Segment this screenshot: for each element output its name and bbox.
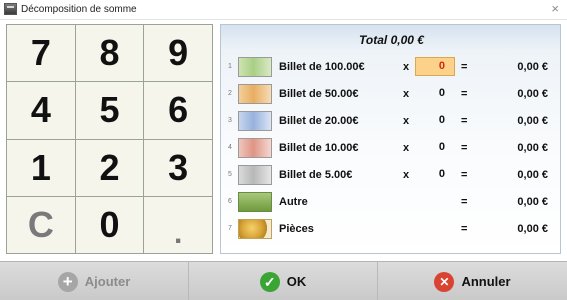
other-label: Autre	[279, 196, 308, 208]
banknote-20-icon	[238, 111, 272, 131]
row-index: 2	[228, 90, 232, 97]
equals-sign: =	[461, 169, 468, 181]
quantity-field[interactable]: 0	[415, 165, 455, 184]
breakdown-panel: Total 0,00 € 1 Billet de 100.00€ x 0 = 0…	[220, 24, 561, 254]
denomination-row: 3 Billet de 20.00€ x 0 = 0,00 €	[221, 110, 562, 132]
denomination-row: 2 Billet de 50.00€ x 0 = 0,00 €	[221, 83, 562, 105]
plus-icon: +	[57, 271, 78, 292]
row-amount: 0,00 €	[517, 61, 548, 73]
banknote-50-icon	[238, 84, 272, 104]
multiply-sign: x	[403, 115, 410, 127]
row-amount: 0,00 €	[517, 142, 548, 154]
row-amount: 0,00 €	[517, 115, 548, 127]
coins-label: Pièces	[279, 223, 314, 235]
cancel-button-label: Annuler	[461, 274, 511, 289]
money-stack-icon	[238, 192, 272, 212]
equals-sign: =	[461, 223, 468, 235]
quantity-field[interactable]: 0	[415, 57, 455, 76]
title-bar: Décomposition de somme ×	[0, 0, 567, 20]
row-amount: 0,00 €	[517, 223, 548, 235]
row-index: 3	[228, 117, 232, 124]
ok-button[interactable]: ✓ OK	[189, 262, 378, 300]
key-0[interactable]: 0	[75, 196, 144, 253]
denomination-row: 1 Billet de 100.00€ x 0 = 0,00 €	[221, 56, 562, 78]
quantity-field[interactable]: 0	[415, 84, 455, 103]
equals-sign: =	[461, 88, 468, 100]
cancel-button[interactable]: ✕ Annuler	[378, 262, 567, 300]
add-button-label: Ajouter	[84, 274, 131, 289]
multiply-sign: x	[403, 61, 410, 73]
close-icon: ✕	[434, 271, 455, 292]
coins-row[interactable]: 7 Pièces = 0,00 €	[221, 218, 562, 240]
key-1[interactable]: 1	[7, 139, 75, 196]
denomination-label: Billet de 5.00€	[279, 169, 353, 181]
row-index: 6	[228, 198, 232, 205]
equals-sign: =	[461, 196, 468, 208]
banknote-5-icon	[238, 165, 272, 185]
key-7[interactable]: 7	[7, 25, 75, 82]
key-4[interactable]: 4	[7, 82, 75, 139]
key-6[interactable]: 6	[144, 82, 212, 139]
window-title: Décomposition de somme	[21, 4, 137, 15]
multiply-sign: x	[403, 142, 410, 154]
sum-breakdown-dialog: Décomposition de somme × 7 8 9 4 5 6 1 2…	[0, 0, 567, 300]
quantity-field[interactable]: 0	[415, 138, 455, 157]
row-index: 4	[228, 144, 232, 151]
key-8[interactable]: 8	[75, 25, 144, 82]
row-amount: 0,00 €	[517, 169, 548, 181]
multiply-sign: x	[403, 88, 410, 100]
quantity-field[interactable]: 0	[415, 111, 455, 130]
banknote-100-icon	[238, 57, 272, 77]
total-label: Total 0,00 €	[359, 33, 424, 47]
numeric-keypad: 7 8 9 4 5 6 1 2 3 C 0 .	[6, 24, 213, 254]
key-5[interactable]: 5	[75, 82, 144, 139]
row-index: 5	[228, 171, 232, 178]
denomination-label: Billet de 20.00€	[279, 115, 359, 127]
denomination-row: 4 Billet de 10.00€ x 0 = 0,00 €	[221, 137, 562, 159]
action-bar: + Ajouter ✓ OK ✕ Annuler	[0, 261, 567, 300]
key-clear[interactable]: C	[7, 196, 75, 253]
ok-button-label: OK	[286, 274, 307, 289]
denomination-row: 5 Billet de 5.00€ x 0 = 0,00 €	[221, 164, 562, 186]
denomination-label: Billet de 100.00€	[279, 61, 365, 73]
other-row[interactable]: 6 Autre = 0,00 €	[221, 191, 562, 213]
equals-sign: =	[461, 142, 468, 154]
denomination-label: Billet de 50.00€	[279, 88, 359, 100]
row-amount: 0,00 €	[517, 88, 548, 100]
key-3[interactable]: 3	[144, 139, 212, 196]
key-2[interactable]: 2	[75, 139, 144, 196]
multiply-sign: x	[403, 169, 410, 181]
key-decimal-point[interactable]: .	[144, 196, 212, 253]
coins-icon	[238, 219, 272, 239]
app-icon	[4, 3, 17, 15]
equals-sign: =	[461, 61, 468, 73]
add-button[interactable]: + Ajouter	[0, 262, 189, 300]
check-icon: ✓	[259, 271, 280, 292]
row-amount: 0,00 €	[517, 196, 548, 208]
denomination-label: Billet de 10.00€	[279, 142, 359, 154]
key-9[interactable]: 9	[144, 25, 212, 82]
equals-sign: =	[461, 115, 468, 127]
row-index: 7	[228, 225, 232, 232]
banknote-10-icon	[238, 138, 272, 158]
row-index: 1	[228, 63, 232, 70]
close-window-button[interactable]: ×	[551, 1, 559, 16]
